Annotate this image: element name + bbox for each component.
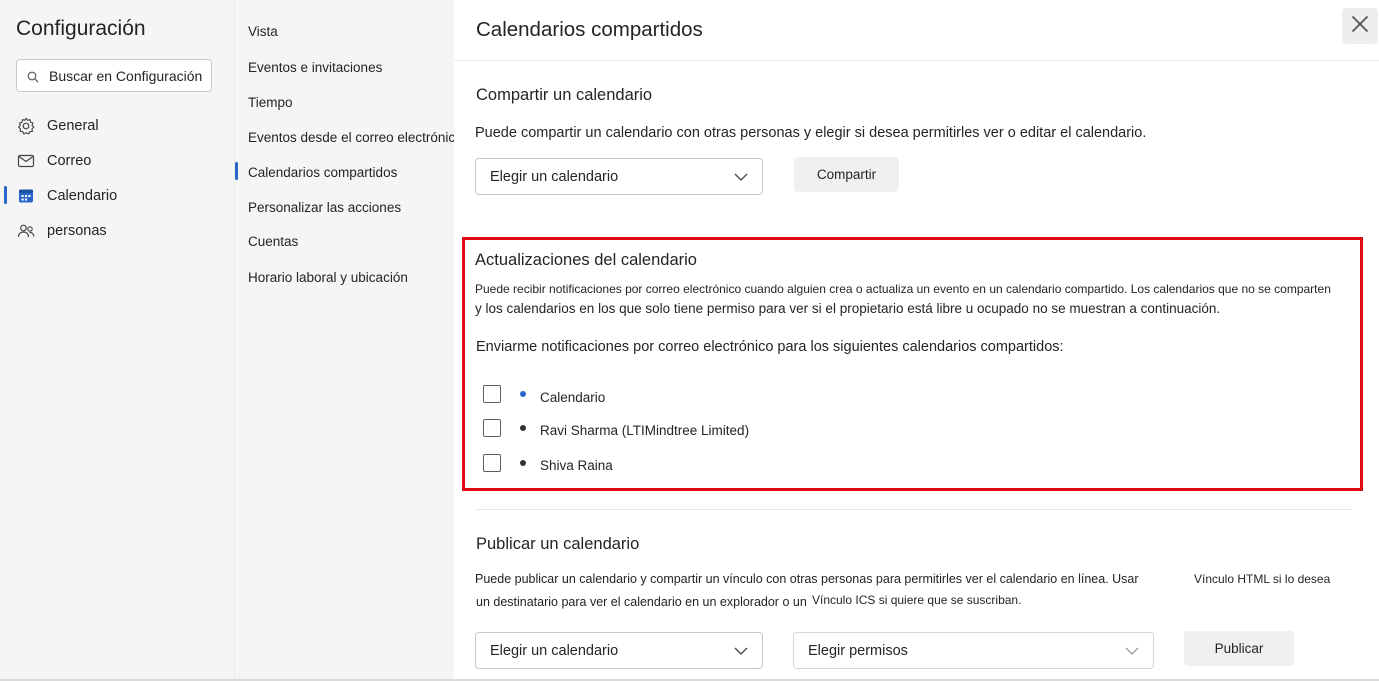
ics-link-text: Vínculo ICS si quiere que se suscriban. <box>812 593 1022 607</box>
calendar-color-dot <box>520 391 526 397</box>
page-title: Calendarios compartidos <box>476 18 703 41</box>
publish-description-line2: un destinatario para ver el calendario e… <box>476 595 807 609</box>
share-button[interactable]: Compartir <box>794 157 899 192</box>
nav-selected-indicator <box>4 186 7 204</box>
search-icon <box>27 70 39 82</box>
calendar-checkbox-label: Shiva Raina <box>540 458 613 473</box>
close-button[interactable] <box>1342 8 1378 44</box>
html-link-text: Vínculo HTML si lo desea <box>1194 572 1331 586</box>
calendar-color-dot <box>520 460 526 466</box>
nav-item-general[interactable]: General <box>16 113 99 139</box>
nav-item-label: Calendario <box>47 188 118 204</box>
calendar-color-dot <box>520 425 526 431</box>
updates-prompt: Enviarme notificaciones por correo elect… <box>476 339 1064 355</box>
settings-nav-pane: Configuración General Correo Calendario … <box>0 0 234 681</box>
calendar-checkbox[interactable] <box>483 419 501 437</box>
people-icon <box>16 221 36 241</box>
publish-permissions-dropdown[interactable]: Elegir permisos <box>793 632 1154 669</box>
nav-item-calendar[interactable]: Calendario <box>16 183 117 209</box>
share-description: Puede compartir un calendario con otras … <box>475 125 1147 141</box>
share-section-title: Compartir un calendario <box>476 86 653 104</box>
settings-title: Configuración <box>16 17 146 40</box>
search-box[interactable] <box>16 59 213 92</box>
calendar-subnav-pane: Vista Eventos e invitaciones Tiempo Even… <box>234 0 463 681</box>
subnav-item-accounts[interactable]: Cuentas <box>248 230 298 252</box>
subnav-item-events-from-email[interactable]: Eventos desde el correo electrónico <box>248 126 463 148</box>
subnav-item-work-hours-location[interactable]: Horario laboral y ubicación <box>248 266 408 288</box>
chevron-down-icon <box>734 643 748 659</box>
calendar-checkbox-label: Ravi Sharma (LTIMindtree Limited) <box>540 423 750 438</box>
share-calendar-dropdown[interactable]: Elegir un calendario <box>475 158 763 195</box>
calendar-checkbox-label: Calendario <box>540 390 606 405</box>
subnav-selected-indicator <box>235 162 238 180</box>
close-icon <box>1351 15 1369 38</box>
updates-description-line2: y los calendarios en los que solo tiene … <box>475 301 1221 316</box>
subnav-item-weather[interactable]: Tiempo <box>248 91 293 113</box>
calendar-checkbox[interactable] <box>483 454 501 472</box>
nav-item-people[interactable]: personas <box>16 218 107 244</box>
updates-description-line1: Puede recibir notificaciones por correo … <box>475 282 1331 296</box>
search-input[interactable] <box>49 67 213 84</box>
calendar-icon <box>16 186 36 206</box>
nav-item-mail[interactable]: Correo <box>16 148 91 174</box>
gear-icon <box>16 116 36 136</box>
chevron-down-icon <box>1125 643 1139 659</box>
publish-button[interactable]: Publicar <box>1184 631 1294 666</box>
dropdown-value: Elegir un calendario <box>490 168 619 185</box>
calendar-checkbox-row[interactable]: Shiva Raina <box>483 452 613 474</box>
title-divider <box>454 60 1379 61</box>
calendar-checkbox-row[interactable]: Ravi Sharma (LTIMindtree Limited) <box>483 417 749 439</box>
nav-item-label: Correo <box>47 153 92 169</box>
publish-section-title: Publicar un calendario <box>476 535 640 553</box>
chevron-down-icon <box>734 169 748 185</box>
settings-content: Calendarios compartidos Compartir un cal… <box>454 0 1379 681</box>
section-divider <box>476 509 1352 510</box>
subnav-item-shared-calendars[interactable]: Calendarios compartidos <box>248 161 397 183</box>
mail-icon <box>16 151 36 171</box>
calendar-checkbox-row[interactable]: Calendario <box>483 383 605 405</box>
dropdown-value: Elegir un calendario <box>490 642 619 659</box>
subnav-item-view[interactable]: Vista <box>248 20 278 42</box>
nav-item-label: General <box>47 118 99 134</box>
publish-calendar-dropdown[interactable]: Elegir un calendario <box>475 632 763 669</box>
nav-item-label: personas <box>47 223 107 239</box>
calendar-checkbox[interactable] <box>483 385 501 403</box>
subnav-item-customize-actions[interactable]: Personalizar las acciones <box>248 196 401 218</box>
subnav-item-events-invitations[interactable]: Eventos e invitaciones <box>248 56 382 78</box>
updates-section-title: Actualizaciones del calendario <box>475 251 697 269</box>
dropdown-value: Elegir permisos <box>808 642 908 659</box>
publish-description-line1: Puede publicar un calendario y compartir… <box>475 572 1139 586</box>
